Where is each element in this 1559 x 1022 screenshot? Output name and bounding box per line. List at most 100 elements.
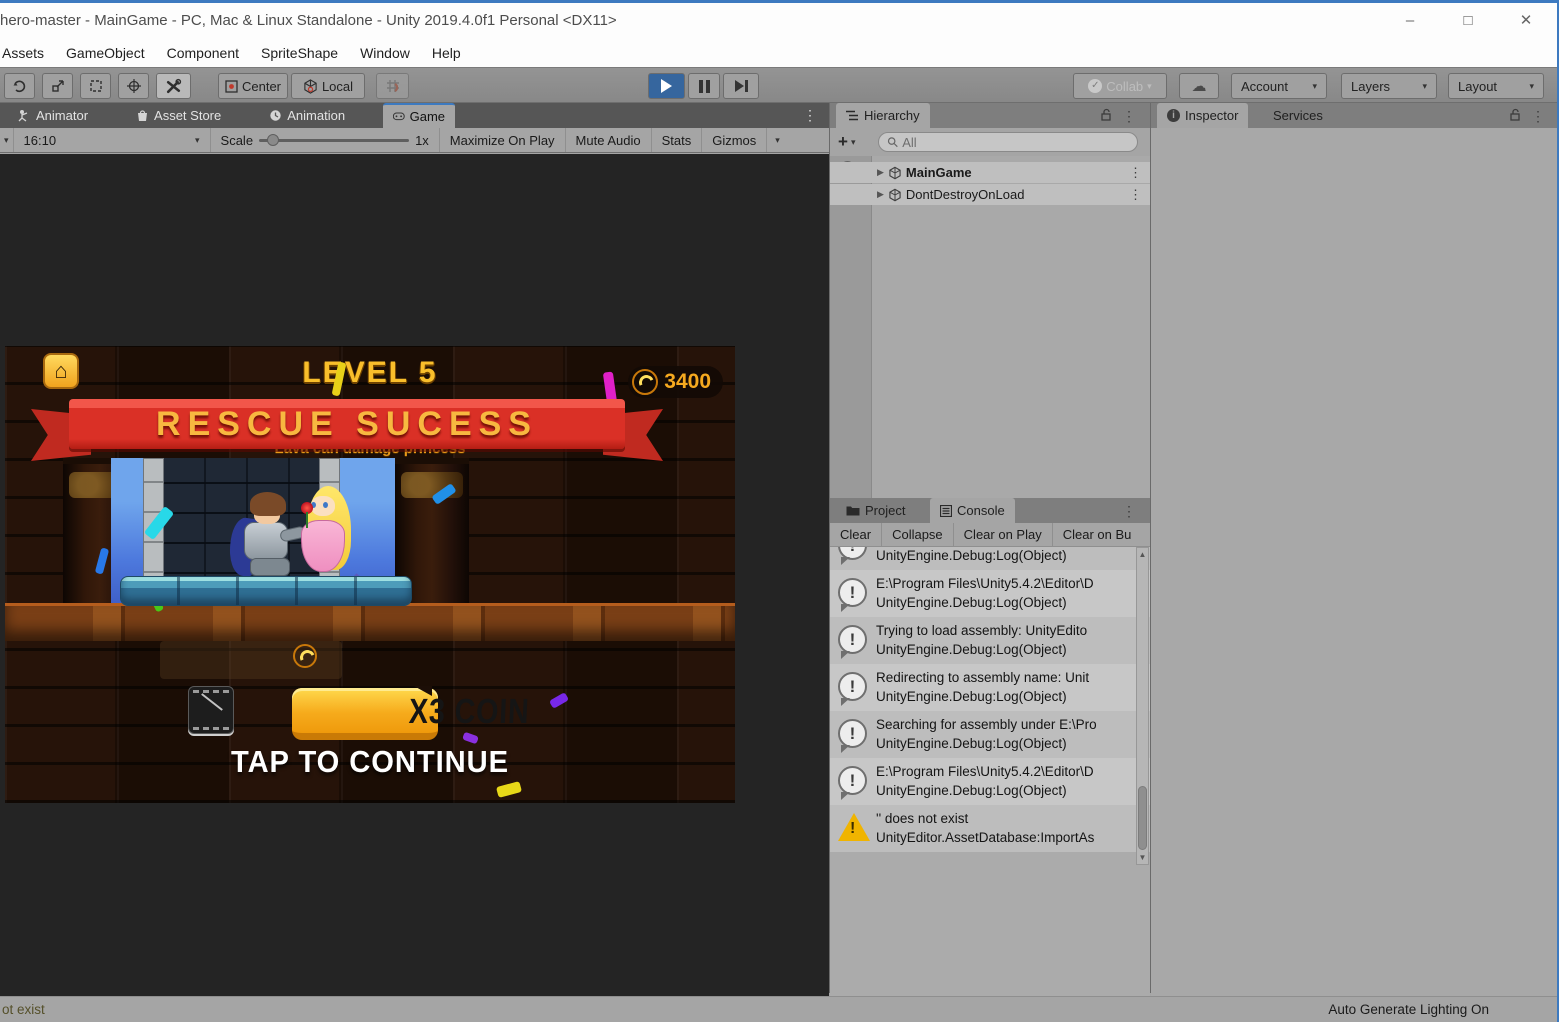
info-icon: i	[1167, 109, 1180, 122]
tab-console-label: Console	[957, 503, 1005, 518]
collab-button[interactable]: ✓ Collab ▾	[1073, 73, 1167, 99]
pane-divider[interactable]	[829, 103, 830, 993]
pane-divider[interactable]	[1150, 103, 1151, 993]
auto-generate-lighting-status[interactable]: Auto Generate Lighting On	[1328, 1002, 1489, 1017]
scale-icon	[50, 78, 66, 94]
step-button[interactable]	[723, 73, 759, 99]
create-object-button[interactable]: +	[838, 132, 848, 152]
cloud-button[interactable]: ☁	[1179, 73, 1219, 99]
scroll-down-icon[interactable]: ▼	[1137, 853, 1148, 862]
console-menu-icon[interactable]: ⋮	[1122, 503, 1136, 520]
lock-icon[interactable]	[1100, 108, 1112, 124]
cloud-icon: ☁	[1192, 77, 1207, 95]
menu-bar: Assets GameObject Component SpriteShape …	[0, 39, 1557, 67]
transform-tool-button[interactable]	[118, 73, 149, 99]
console-pane: Project Console ⋮ Clear Collapse Clear o…	[830, 498, 1150, 996]
close-button[interactable]: ✕	[1509, 9, 1543, 33]
hierarchy-menu-icon[interactable]: ⋮	[1122, 108, 1136, 125]
log-entry[interactable]: ! Redirecting to assembly name: Unit Uni…	[830, 664, 1150, 711]
unity-scene-icon	[888, 188, 902, 202]
clear-on-build-button[interactable]: Clear on Bu	[1053, 523, 1142, 546]
custom-tools-button[interactable]	[156, 73, 191, 99]
menu-spriteshape[interactable]: SpriteShape	[250, 39, 349, 67]
maximize-button[interactable]: □	[1451, 9, 1485, 33]
row-menu-icon[interactable]: ⋮	[1129, 165, 1142, 181]
scale-slider-handle[interactable]	[267, 134, 279, 146]
menu-assets[interactable]: Assets	[0, 39, 55, 67]
layers-label: Layers	[1351, 79, 1390, 94]
log-entry[interactable]: ! E:\Program Files\Unity5.4.2\Editor\D U…	[830, 758, 1150, 805]
menu-gameobject[interactable]: GameObject	[55, 39, 156, 67]
log-entry[interactable]: ! Trying to load assembly: UnityEdito Un…	[830, 617, 1150, 664]
tab-services-label: Services	[1273, 108, 1323, 123]
clear-on-play-button[interactable]: Clear on Play	[954, 523, 1053, 546]
gizmos-caret-button[interactable]: ▾	[767, 128, 788, 152]
display-dropdown[interactable]: ▾	[0, 128, 13, 152]
menu-component[interactable]: Component	[156, 39, 250, 67]
confetti	[549, 692, 569, 709]
scale-control: Scale 1x	[211, 128, 439, 152]
tab-inspector[interactable]: i Inspector	[1157, 103, 1248, 128]
animation-clock-icon	[269, 109, 282, 122]
layout-dropdown[interactable]: Layout▾	[1448, 73, 1544, 99]
tab-animation[interactable]: Animation	[259, 103, 355, 128]
gizmos-label: Gizmos	[712, 133, 756, 148]
tab-game[interactable]: Game	[383, 103, 455, 128]
tab-animator[interactable]: Animator	[8, 103, 98, 128]
minimize-button[interactable]: –	[1393, 9, 1427, 33]
grid-snap-button[interactable]	[376, 73, 409, 99]
confetti	[462, 732, 479, 745]
tab-services[interactable]: Services	[1263, 103, 1333, 128]
hierarchy-row-dontdestroyonload[interactable]: ▶ DontDestroyOnLoad ⋮	[830, 184, 1150, 205]
rotate-tool-button[interactable]	[4, 73, 35, 99]
scroll-up-icon[interactable]: ▲	[1137, 550, 1148, 559]
log-entry[interactable]: ! Searching for assembly under E:\Pr Uni…	[830, 547, 1150, 570]
scale-slider[interactable]	[259, 139, 409, 142]
hierarchy-search-input[interactable]	[902, 135, 1129, 150]
stats-button[interactable]: Stats	[652, 128, 702, 152]
warning-entry[interactable]: '' does not exist UnityEditor.AssetDatab…	[830, 805, 1150, 852]
game-pane-menu-icon[interactable]: ⋮	[803, 107, 817, 124]
tab-animator-label: Animator	[36, 108, 88, 123]
aspect-ratio-dropdown[interactable]: 16:10▾	[14, 128, 210, 152]
scale-tool-button[interactable]	[42, 73, 73, 99]
rotation-local-button[interactable]: Local	[291, 73, 365, 99]
menu-help[interactable]: Help	[421, 39, 472, 67]
row-menu-icon[interactable]: ⋮	[1129, 187, 1142, 203]
game-screen[interactable]: ⌂ LEVEL 5 3400 Lava can damage princess …	[5, 346, 735, 803]
collapse-button[interactable]: Collapse	[882, 523, 954, 546]
rotate-icon	[12, 78, 28, 94]
account-dropdown[interactable]: Account▾	[1231, 73, 1327, 99]
play-button[interactable]	[648, 73, 685, 99]
princess-eye	[323, 502, 328, 508]
layers-dropdown[interactable]: Layers▾	[1341, 73, 1437, 99]
status-message[interactable]: ot exist	[2, 1002, 45, 1017]
animator-icon	[18, 109, 31, 122]
tab-hierarchy[interactable]: Hierarchy	[836, 103, 930, 128]
tab-project[interactable]: Project	[836, 498, 915, 523]
inspector-menu-icon[interactable]: ⋮	[1531, 108, 1545, 125]
tab-asset-store[interactable]: Asset Store	[126, 103, 231, 128]
pivot-center-button[interactable]: Center	[218, 73, 288, 99]
expand-arrow-icon[interactable]: ▶	[877, 167, 884, 178]
tap-to-continue-text[interactable]: TAP TO CONTINUE	[27, 744, 713, 780]
tab-console[interactable]: Console	[930, 498, 1015, 523]
rect-tool-button[interactable]	[80, 73, 111, 99]
console-scrollbar[interactable]: ▲ ▼	[1136, 547, 1149, 865]
maximize-on-play-button[interactable]: Maximize On Play	[440, 128, 565, 152]
lock-icon[interactable]	[1509, 108, 1521, 124]
gizmos-button[interactable]: Gizmos	[702, 128, 766, 152]
menu-window[interactable]: Window	[349, 39, 421, 67]
pause-button[interactable]	[688, 73, 720, 99]
expand-arrow-icon[interactable]: ▶	[877, 189, 884, 200]
log-entry[interactable]: ! Searching for assembly under E:\Pro Un…	[830, 711, 1150, 758]
log-entry[interactable]: ! E:\Program Files\Unity5.4.2\Editor\D U…	[830, 570, 1150, 617]
hierarchy-search-field[interactable]	[878, 132, 1138, 152]
transform-icon	[126, 78, 142, 94]
clear-button[interactable]: Clear	[830, 523, 882, 546]
scrollbar-thumb[interactable]	[1138, 786, 1147, 850]
hierarchy-row-maingame[interactable]: ▶ MainGame ⋮	[830, 162, 1150, 183]
mute-audio-button[interactable]: Mute Audio	[566, 128, 651, 152]
video-ad-icon[interactable]	[188, 686, 234, 734]
main-toolbar: Center Local ✓ Collab ▾ ☁ Account▾ Layer…	[0, 67, 1557, 103]
